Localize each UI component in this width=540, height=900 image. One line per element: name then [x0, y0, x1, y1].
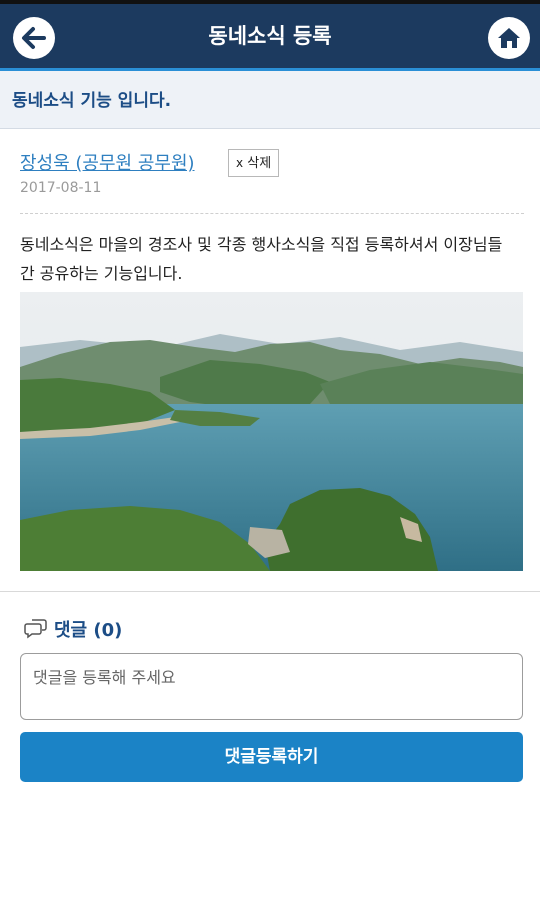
- author-link[interactable]: 장성욱 (공무원 공무원): [20, 149, 195, 175]
- comment-input[interactable]: [20, 653, 523, 720]
- speech-bubble-icon: [24, 619, 47, 639]
- divider: [20, 213, 524, 214]
- post-date: 2017-08-11: [20, 180, 102, 196]
- comment-count-label: 댓글 (0): [54, 620, 123, 641]
- post-content: 동네소식은 마을의 경조사 및 각종 행사소식을 직접 등록하셔서 이장님들간 …: [20, 235, 503, 283]
- notice-banner: 동네소식 기능 입니다.: [0, 71, 540, 129]
- close-icon: x: [236, 156, 244, 170]
- delete-label: 삭제: [247, 156, 272, 171]
- page-title: 동네소식 등록: [208, 24, 332, 48]
- delete-button[interactable]: x 삭제: [228, 149, 280, 177]
- section-divider: [0, 591, 540, 592]
- notice-text: 동네소식 기능 입니다.: [12, 91, 172, 111]
- post-image: [20, 292, 523, 571]
- comment-submit-button[interactable]: 댓글등록하기: [20, 732, 523, 782]
